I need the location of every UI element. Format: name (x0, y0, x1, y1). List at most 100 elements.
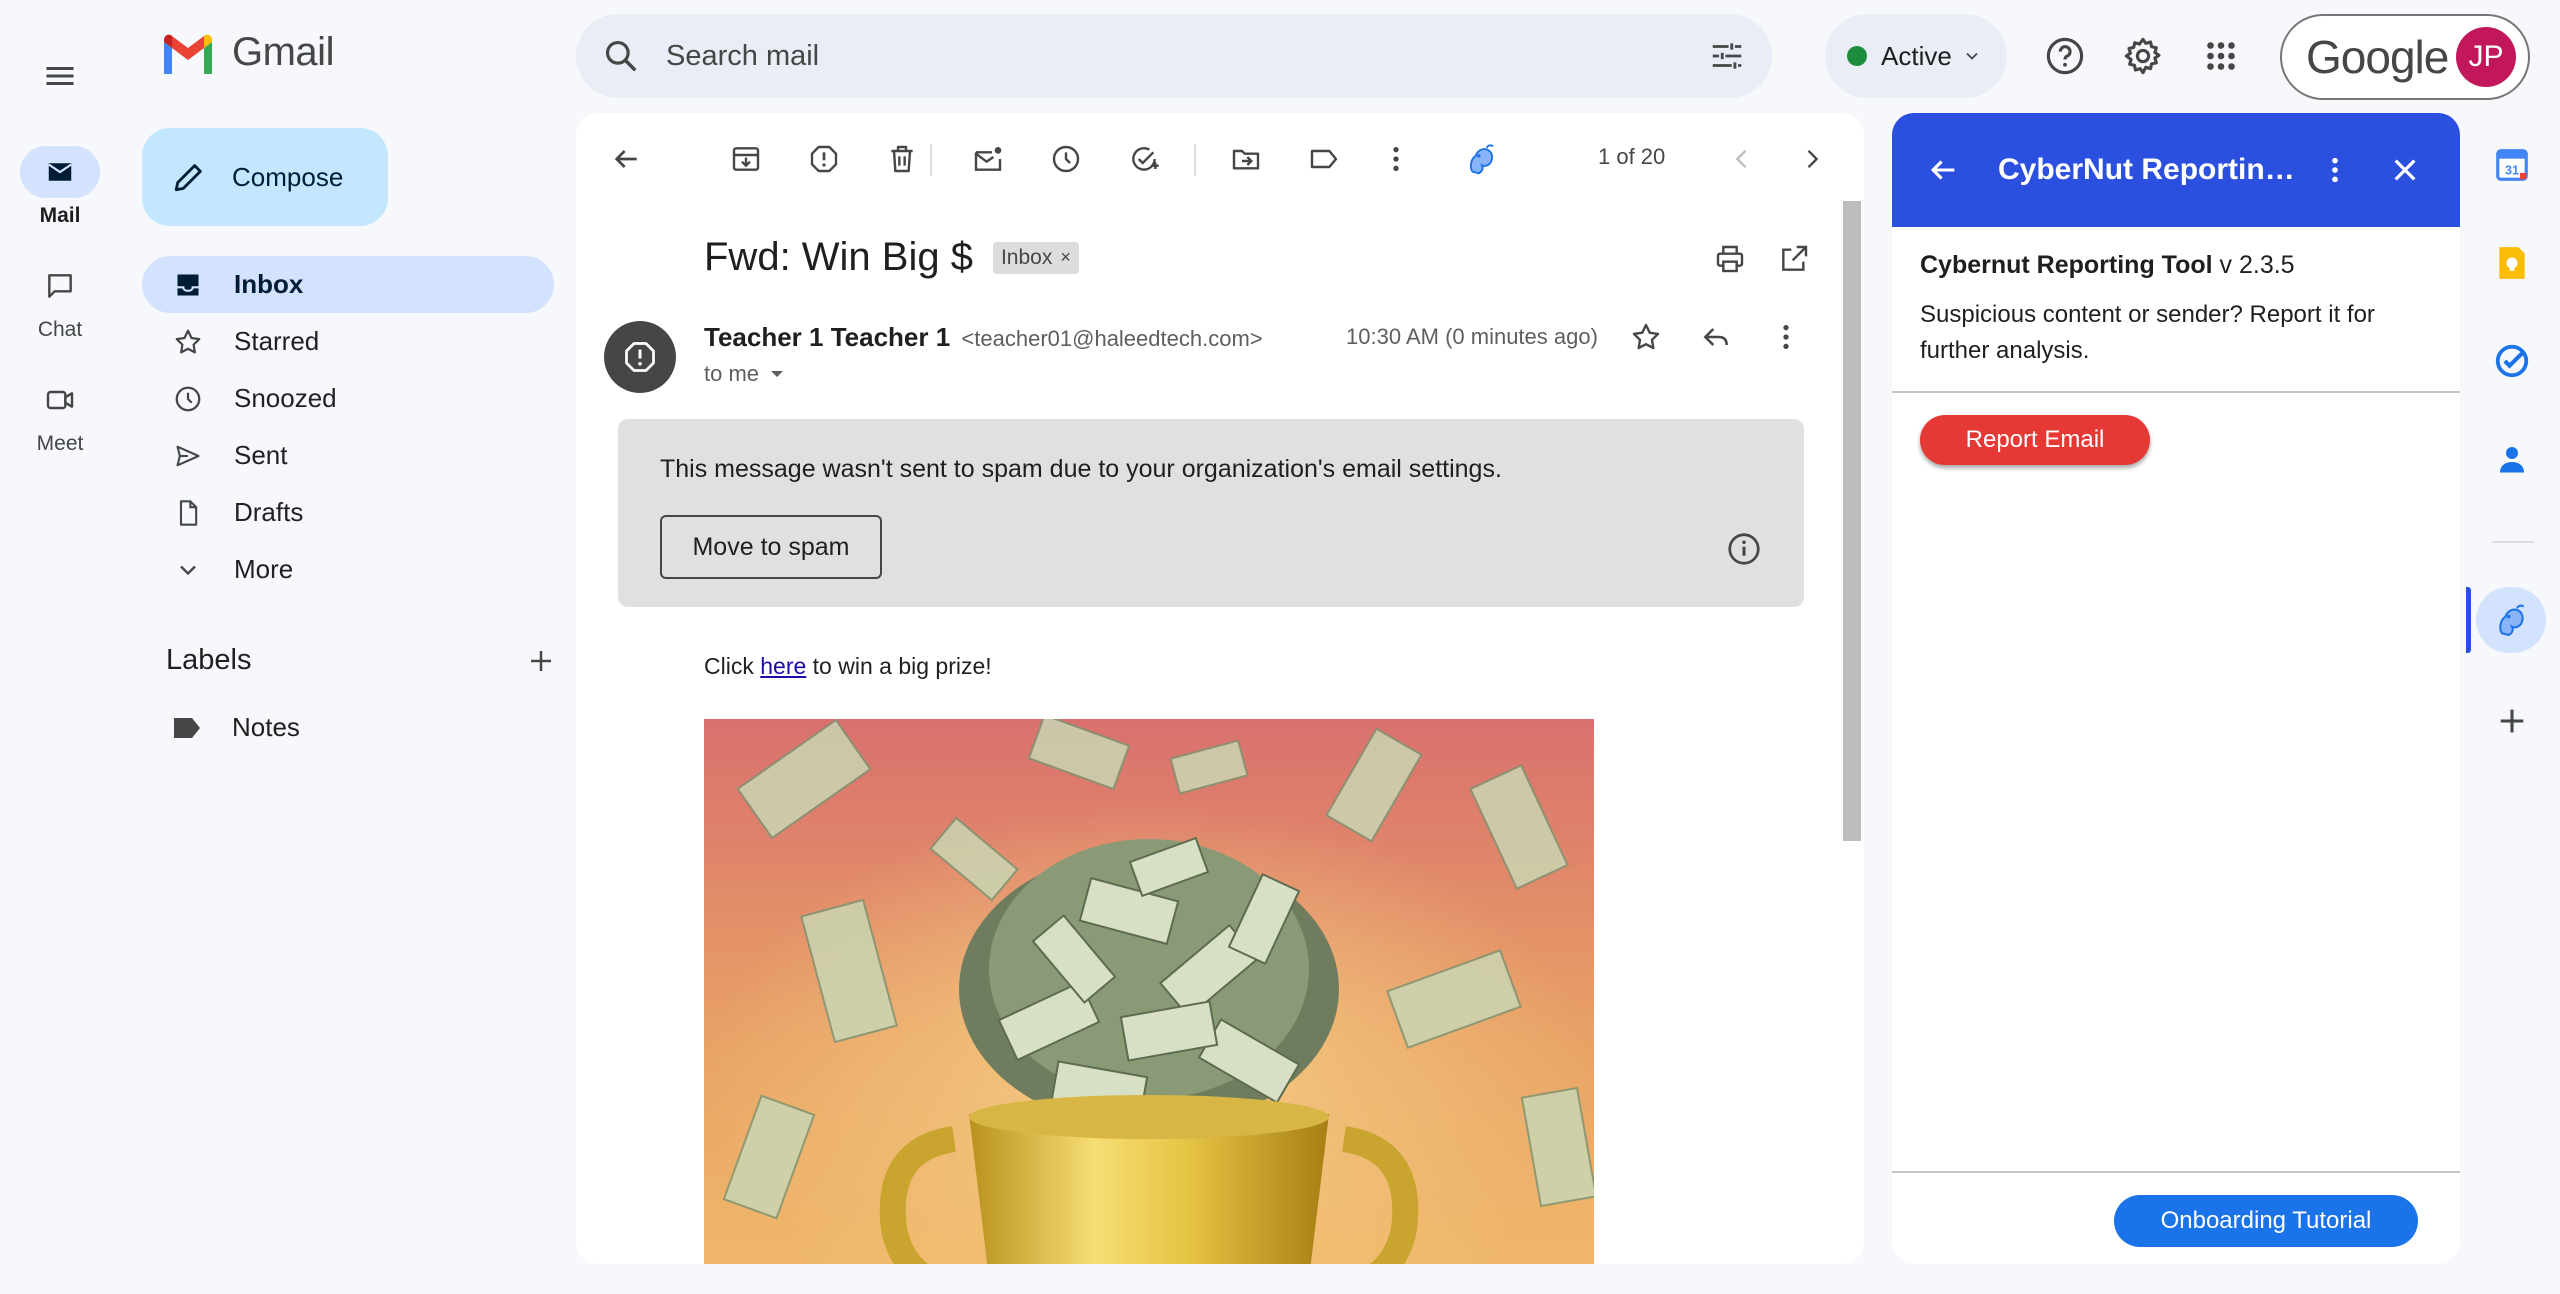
calendar-addon[interactable]: 31 (2488, 141, 2536, 189)
contacts-addon[interactable] (2488, 435, 2536, 483)
prize-link[interactable]: here (760, 653, 806, 679)
report-spam-button[interactable] (800, 135, 848, 183)
cybernut-squirrel-icon (1469, 144, 1494, 175)
move-to-button[interactable] (1222, 135, 1270, 183)
get-addons-button[interactable] (2488, 697, 2536, 745)
app-rail: Mail Chat Meet (0, 0, 120, 1294)
nav-item-more[interactable]: More (142, 541, 554, 598)
cybernut-side-panel: CyberNut Reporting Tool Cybernut Reporti… (1892, 113, 2460, 1264)
more-vert-icon (1783, 325, 1789, 349)
report-email-button[interactable]: Report Email (1920, 415, 2150, 465)
more-vert-icon (1393, 147, 1399, 171)
tasks-addon[interactable] (2488, 337, 2536, 385)
scrollbar[interactable] (1843, 201, 1861, 841)
settings-button[interactable] (2117, 30, 2169, 82)
search-input[interactable] (666, 39, 1708, 73)
spam-icon (810, 145, 838, 173)
cybernut-squirrel-icon (2499, 604, 2525, 637)
snooze-button[interactable] (1042, 135, 1090, 183)
apps-grid-icon (2207, 42, 2235, 70)
body-text-before: Click (704, 653, 761, 679)
clock-icon (172, 383, 204, 415)
onboarding-tutorial-button[interactable]: Onboarding Tutorial (2114, 1195, 2418, 1247)
rail-label-mail: Mail (39, 204, 81, 227)
info-icon[interactable] (1726, 531, 1762, 567)
reply-button[interactable] (1692, 313, 1740, 361)
star-icon (1632, 323, 1660, 350)
apps-button[interactable] (2195, 30, 2247, 82)
remove-label-button[interactable]: × (1060, 247, 1071, 268)
add-task-icon (1132, 147, 1159, 171)
labels-button[interactable] (1300, 135, 1348, 183)
folder-list: Inbox Starred Snoozed Sent Drafts More (142, 256, 554, 598)
page-count: 1 of 20 (1598, 144, 1666, 169)
chevron-down-icon (172, 554, 204, 586)
status-selector[interactable]: Active (1825, 14, 2007, 98)
mark-unread-button[interactable] (964, 135, 1012, 183)
clock-icon (1052, 145, 1080, 173)
status-label: Active (1881, 40, 1952, 71)
newer-button[interactable] (1718, 135, 1766, 183)
recipient-details[interactable]: to me (704, 361, 785, 387)
move-to-spam-button[interactable]: Move to spam (660, 515, 882, 579)
rail-item-chat[interactable]: Chat (0, 260, 120, 342)
nav-label-drafts: Drafts (234, 497, 304, 527)
chevron-right-icon (1807, 150, 1819, 168)
search-icon[interactable] (602, 37, 640, 75)
gmail-logo[interactable]: Gmail (160, 30, 334, 75)
contacts-icon (2500, 447, 2524, 473)
cybernut-addon[interactable] (2488, 596, 2536, 644)
search-options-icon[interactable] (1708, 37, 1746, 75)
trash-icon (891, 145, 913, 173)
tool-name: Cybernut Reporting Tool (1920, 251, 2213, 279)
star-button[interactable] (1622, 313, 1670, 361)
create-label-button[interactable] (526, 646, 556, 676)
status-dot (1847, 46, 1867, 66)
panel-divider (1892, 1171, 2460, 1173)
gmail-m-icon (164, 34, 212, 74)
add-task-button[interactable] (1120, 135, 1168, 183)
panel-more-button[interactable] (2310, 145, 2360, 195)
labels-header: Labels (166, 644, 556, 677)
back-button[interactable] (602, 135, 650, 183)
more-vert-icon (2332, 157, 2338, 183)
older-button[interactable] (1788, 135, 1836, 183)
tool-version: v 2.3.5 (2212, 251, 2295, 279)
rail-item-mail[interactable]: Mail (0, 146, 120, 228)
main-menu-button[interactable] (28, 44, 92, 108)
svg-text:31: 31 (2505, 164, 2519, 178)
compose-button[interactable]: Compose (142, 128, 388, 226)
message-more-button[interactable] (1762, 313, 1810, 361)
cybernut-addon-button[interactable] (1458, 135, 1506, 183)
chat-icon (20, 260, 100, 312)
print-button[interactable] (1706, 235, 1754, 283)
warning-octagon-icon (625, 342, 655, 372)
chip-label: Inbox (1000, 245, 1053, 269)
tool-info: Cybernut Reporting Tool v 2.3.5 (1920, 251, 2295, 280)
google-wordmark: Google (2306, 31, 2449, 83)
printer-icon (1716, 245, 1744, 273)
caret-down-icon (769, 368, 785, 380)
hamburger-menu-icon (46, 67, 74, 85)
nav-item-snoozed[interactable]: Snoozed (142, 370, 554, 427)
panel-back-button[interactable] (1918, 145, 1968, 195)
rail-item-meet[interactable]: Meet (0, 374, 120, 456)
nav-item-sent[interactable]: Sent (142, 427, 554, 484)
inbox-label-chip: Inbox × (992, 241, 1079, 274)
archive-button[interactable] (722, 135, 770, 183)
label-item-notes[interactable]: Notes (172, 712, 300, 743)
help-button[interactable] (2039, 30, 2091, 82)
more-actions-button[interactable] (1372, 135, 1420, 183)
avatar: JP (2456, 27, 2516, 87)
keep-addon[interactable] (2488, 239, 2536, 287)
nav-label-more: More (234, 554, 294, 584)
delete-button[interactable] (878, 135, 926, 183)
nav-item-starred[interactable]: Starred (142, 313, 554, 370)
nav-item-drafts[interactable]: Drafts (142, 484, 554, 541)
chevron-down-icon (1962, 46, 1982, 66)
panel-close-button[interactable] (2380, 145, 2430, 195)
label-name-notes: Notes (232, 712, 300, 742)
google-account-button[interactable]: Google JP (2280, 14, 2530, 100)
open-new-window-button[interactable] (1770, 235, 1818, 283)
nav-item-inbox[interactable]: Inbox (142, 256, 554, 313)
